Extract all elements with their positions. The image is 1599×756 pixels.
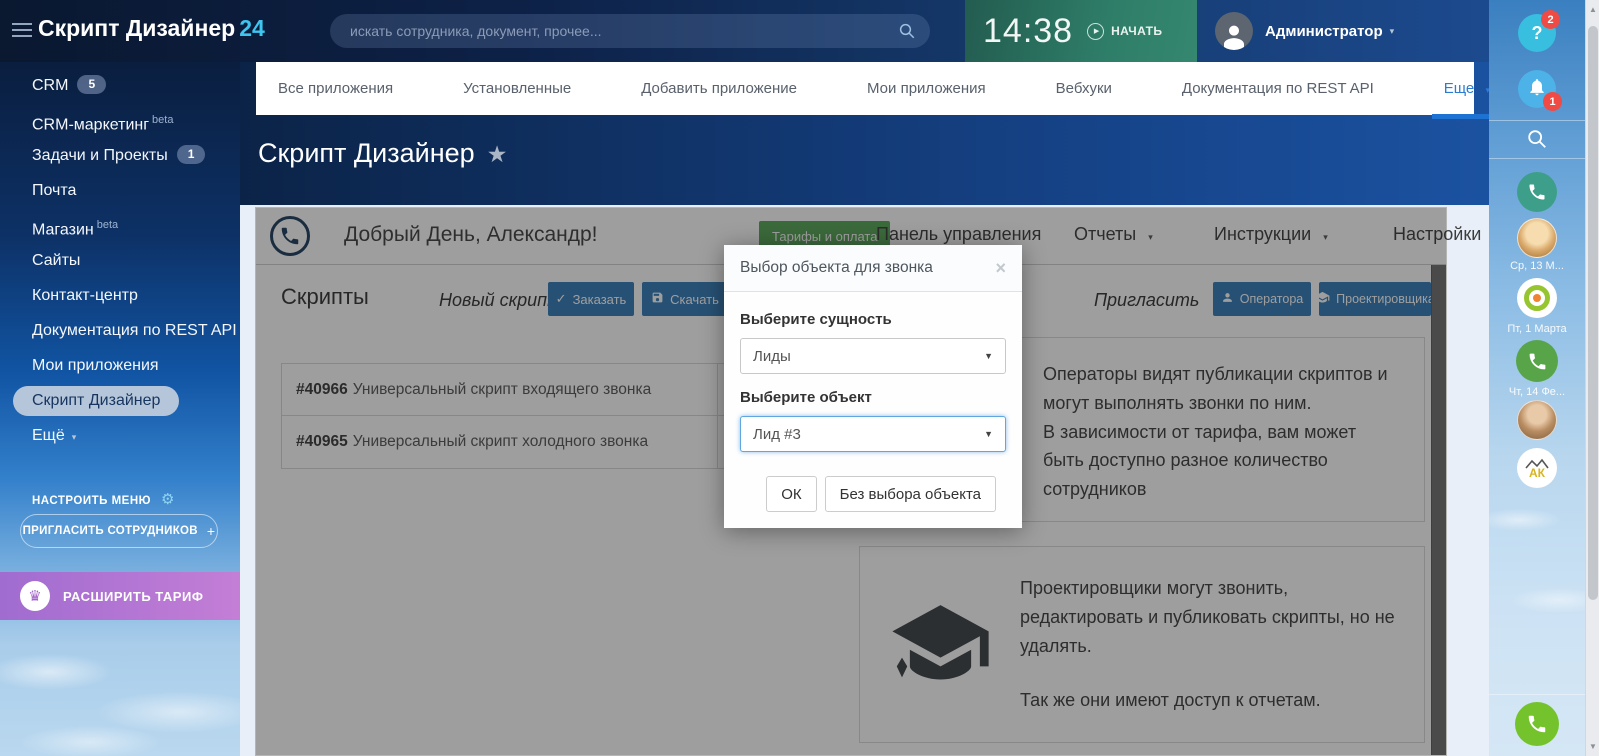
sidebar-item-script-designer[interactable]: Скрипт Дизайнер <box>0 383 240 418</box>
global-search[interactable] <box>330 14 930 48</box>
start-workday-button[interactable]: ▶ НАЧАТЬ <box>1087 23 1162 40</box>
configure-menu-button[interactable]: НАСТРОИТЬ МЕНЮ⚙ <box>32 490 175 508</box>
telephony-button[interactable] <box>1515 702 1559 746</box>
tab-my-apps[interactable]: Мои приложения <box>867 80 986 97</box>
modal-title: Выбор объекта для звонка <box>740 259 933 277</box>
user-menu[interactable]: Администратор ▾ <box>1215 12 1394 50</box>
close-icon[interactable]: × <box>995 259 1006 277</box>
upgrade-plan-button[interactable]: ♛ РАСШИРИТЬ ТАРИФ <box>0 572 240 620</box>
avatar-monogram: АК <box>1529 467 1545 479</box>
apps-tab-bar: Все приложения Установленные Добавить пр… <box>256 62 1474 115</box>
chat-avatar-company[interactable]: АК <box>1517 448 1557 488</box>
invite-employees-button[interactable]: ПРИГЛАСИТЬ СОТРУДНИКОВ+ <box>20 514 218 548</box>
skip-object-button[interactable]: Без выбора объекта <box>825 476 996 512</box>
call-object-modal: Выбор объекта для звонка × Выберите сущн… <box>724 245 1022 528</box>
sidebar-item-crm-marketing[interactable]: CRM-маркетингbeta <box>0 103 240 138</box>
user-name: Администратор <box>1265 23 1383 40</box>
chat-date-label: Пт, 1 Марта <box>1489 323 1585 335</box>
object-select[interactable]: Лид #3 ▼ <box>740 416 1006 452</box>
help-badge: 2 <box>1541 10 1560 29</box>
top-bar: Скрипт Дизайнер24 14:38 ▶ НАЧАТЬ Админис… <box>0 0 1489 62</box>
plus-icon: + <box>207 523 215 539</box>
chat-avatar[interactable] <box>1517 400 1557 440</box>
entity-select[interactable]: Лиды ▼ <box>740 338 1006 374</box>
entity-label: Выберите сущность <box>740 311 1006 328</box>
chevron-down-icon: ▾ <box>72 432 77 442</box>
scroll-down-arrow[interactable]: ▼ <box>1586 742 1599 751</box>
time-tracker-widget[interactable]: 14:38 ▶ НАЧАТЬ <box>965 0 1197 62</box>
scroll-up-arrow[interactable]: ▲ <box>1586 5 1599 14</box>
clock-time: 14:38 <box>983 12 1073 51</box>
tab-webhooks[interactable]: Вебхуки <box>1056 80 1112 97</box>
chevron-down-icon: ▼ <box>984 429 993 439</box>
browser-scrollbar[interactable]: ▲ ▼ <box>1585 0 1599 756</box>
sidebar-item-my-apps[interactable]: Мои приложения <box>0 348 240 383</box>
tab-rest-api-docs[interactable]: Документация по REST API <box>1182 80 1374 97</box>
crm-counter-badge: 5 <box>77 75 106 94</box>
ok-button[interactable]: ОК <box>766 476 816 512</box>
chat-avatar-logo[interactable] <box>1517 278 1557 318</box>
selected-item-pill: Скрипт Дизайнер <box>13 386 179 416</box>
crown-icon: ♛ <box>20 581 50 611</box>
sidebar-item-contact-center[interactable]: Контакт-центр <box>0 278 240 313</box>
tasks-counter-badge: 1 <box>177 145 206 164</box>
sidebar-item-mail[interactable]: Почта <box>0 173 240 208</box>
chat-avatar[interactable] <box>1517 218 1557 258</box>
chat-date-label: Ср, 13 М... <box>1489 260 1585 272</box>
call-chat-item[interactable] <box>1517 172 1557 212</box>
chevron-down-icon: ▼ <box>984 351 993 361</box>
chevron-down-icon: ▾ <box>1390 26 1395 37</box>
sidebar-item-sites[interactable]: Сайты <box>0 243 240 278</box>
notifications-badge: 1 <box>1543 92 1562 111</box>
sidebar-search-icon[interactable] <box>1526 128 1548 155</box>
tab-all-apps[interactable]: Все приложения <box>278 80 393 97</box>
gear-icon: ⚙ <box>161 491 175 508</box>
app-logo-title[interactable]: Скрипт Дизайнер24 <box>38 15 265 42</box>
play-icon: ▶ <box>1087 23 1104 40</box>
object-label: Выберите объект <box>740 389 1006 406</box>
scrollbar-thumb[interactable] <box>1588 26 1598 600</box>
search-icon[interactable] <box>898 22 916 45</box>
favorite-star-icon[interactable]: ★ <box>487 141 508 167</box>
sidebar-menu: CRM5 CRM-маркетингbeta Задачи и Проекты1… <box>0 62 240 453</box>
menu-toggle-icon[interactable] <box>12 23 32 41</box>
sidebar-item-rest-api-docs[interactable]: Документация по REST API <box>0 313 240 348</box>
sidebar-item-crm[interactable]: CRM5 <box>0 68 240 103</box>
notifications-button[interactable]: 1 <box>1518 70 1556 108</box>
beta-label: beta <box>152 114 173 126</box>
right-sidebar: ? 2 1 Ср, 13 М... Пт, 1 Марта Чт, 14 Фе.… <box>1489 0 1585 756</box>
sidebar-item-shop[interactable]: Магазинbeta <box>0 208 240 243</box>
beta-label: beta <box>97 219 118 231</box>
help-button[interactable]: ? 2 <box>1518 14 1556 52</box>
tab-add-app[interactable]: Добавить приложение <box>641 80 797 97</box>
user-avatar <box>1215 12 1253 50</box>
search-input[interactable] <box>330 14 930 48</box>
tab-installed[interactable]: Установленные <box>463 80 571 97</box>
sidebar-item-more[interactable]: Ещё▾ <box>0 418 240 453</box>
chat-date-label: Чт, 14 Фе... <box>1489 386 1585 398</box>
call-chat-item[interactable] <box>1516 340 1558 382</box>
logo-suffix: 24 <box>239 15 265 41</box>
page-title: Скрипт Дизайнер★ <box>258 138 507 169</box>
main-header-area: Все приложения Установленные Добавить пр… <box>240 62 1489 205</box>
sidebar-item-tasks[interactable]: Задачи и Проекты1 <box>0 138 240 173</box>
tab-more[interactable]: Еще ▾ <box>1444 80 1490 97</box>
left-sidebar: CRM5 CRM-маркетингbeta Задачи и Проекты1… <box>0 62 240 756</box>
